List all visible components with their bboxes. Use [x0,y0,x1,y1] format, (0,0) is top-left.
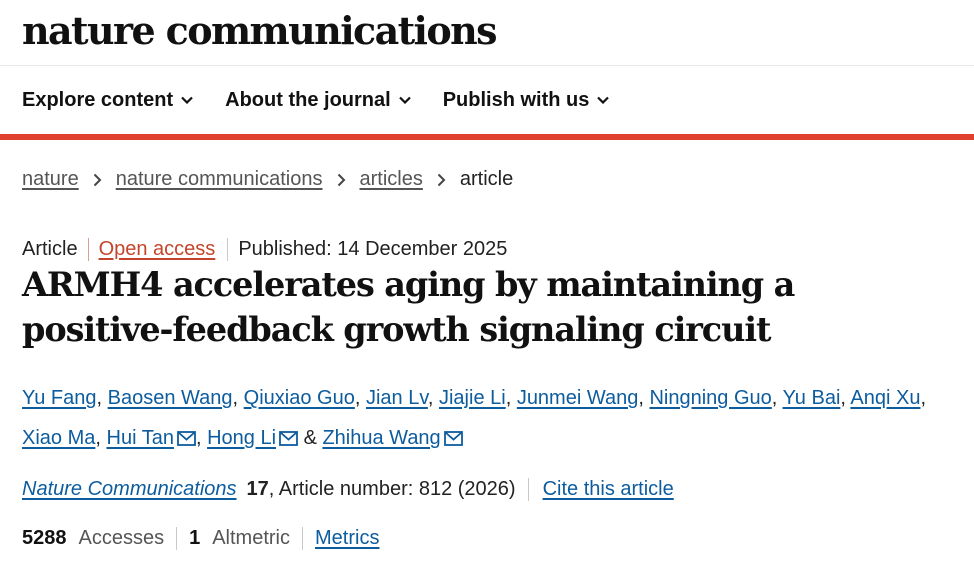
nav-publish-with-us-label: Publish with us [442,88,590,111]
breadcrumb: nature nature communications articles ar… [22,168,513,191]
nav-publish-with-us[interactable]: Publish with us [443,89,610,112]
site-logo[interactable]: nature communications [22,8,498,53]
email-icon[interactable] [279,420,298,460]
accent-divider [0,134,974,140]
nav-about-journal-label: About the journal [225,88,391,111]
author-link[interactable]: Junmei Wang [517,387,639,409]
main-nav: Explore content About the journal Publis… [0,66,974,134]
accesses-count: 5288 [22,527,67,549]
author-separator: , [427,387,439,409]
citation-row: Nature Communications 17 , Article numbe… [22,478,674,501]
open-access-link[interactable]: Open access [89,238,229,261]
author-link[interactable]: Yu Fang [22,387,97,409]
metrics-row: 5288 Accesses 1 Altmetric Metrics [22,527,379,550]
article-title: ARMH4 accelerates aging by maintaining a… [22,265,795,349]
metrics-link[interactable]: Metrics [315,527,379,550]
chevron-down-icon [597,96,610,104]
altmetric-label: Altmetric [212,527,291,549]
breadcrumb-nature[interactable]: nature [22,168,79,191]
author-separator: , [505,387,517,409]
nav-explore-content-label: Explore content [22,88,174,111]
altmetric-metric: 1 Altmetric [189,527,304,550]
breadcrumb-current: article [459,168,514,190]
chevron-right-icon [437,173,446,187]
author-separator: , [195,427,208,449]
author-link[interactable]: Ningning Guo [649,387,771,409]
author-separator: , [638,387,650,409]
masthead: nature communications [0,0,974,66]
altmetric-count: 1 [189,527,201,549]
author-separator: , [232,387,244,409]
author-link[interactable]: Yu Bai [783,387,841,409]
author-link[interactable]: Jian Lv [366,387,428,409]
author-link[interactable]: Jiajie Li [439,387,506,409]
author-separator: , [96,387,108,409]
article-number: , Article number: 812 (2026) [269,478,529,501]
author-link[interactable]: Qiuxiao Guo [244,387,355,409]
volume-number: 17 [246,478,269,500]
author-separator: , [840,387,851,409]
author-separator: , [354,387,366,409]
chevron-right-icon [337,173,346,187]
author-link[interactable]: Baosen Wang [108,387,233,409]
cite-this-article-link[interactable]: Cite this article [543,478,674,501]
author-separator: , [920,387,927,409]
nav-about-journal[interactable]: About the journal [225,89,411,112]
chevron-down-icon [181,96,193,104]
email-icon[interactable] [177,420,196,460]
author-link[interactable]: Zhihua Wang [322,427,440,449]
chevron-down-icon [398,96,411,104]
article-type: Article [22,238,89,261]
author-link[interactable]: Hui Tan [107,427,174,449]
journal-link[interactable]: Nature Communications [22,478,237,501]
author-link[interactable]: Xiao Ma [22,427,95,449]
author-list: Yu Fang, Baosen Wang, Qiuxiao Guo, Jian … [22,378,957,460]
author-separator: , [95,427,107,449]
email-icon[interactable] [443,420,463,460]
breadcrumb-articles[interactable]: articles [360,168,423,191]
author-link[interactable]: Hong Li [207,427,276,449]
author-separator: & [298,427,323,449]
author-separator: , [771,387,783,409]
chevron-right-icon [93,173,102,187]
breadcrumb-nature-communications[interactable]: nature communications [116,168,323,191]
article-meta: Article Open access Published: 14 Decemb… [22,238,507,261]
accesses-metric: 5288 Accesses [22,527,178,550]
accesses-label: Accesses [78,527,165,549]
nav-explore-content[interactable]: Explore content [22,89,193,112]
author-link[interactable]: Anqi Xu [850,387,920,409]
published-date: Published: 14 December 2025 [238,238,508,260]
